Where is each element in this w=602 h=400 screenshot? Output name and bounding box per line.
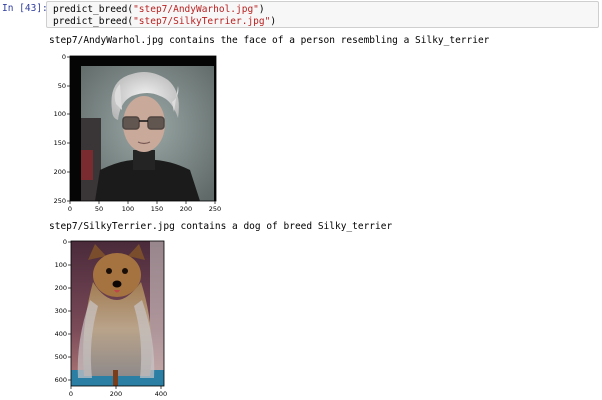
portrait-x-ticks: 0 50 100 150 200 250 bbox=[68, 201, 221, 213]
y-tick-label: 0 bbox=[62, 53, 66, 61]
output-text-2: step7/SilkyTerrier.jpg contains a dog of… bbox=[49, 221, 393, 232]
dog-x-ticks: 0 200 400 bbox=[69, 386, 167, 398]
y-tick-label: 100 bbox=[54, 110, 66, 118]
x-tick-label: 0 bbox=[69, 390, 73, 398]
x-tick-label: 100 bbox=[122, 205, 134, 213]
x-tick-label: 200 bbox=[110, 390, 122, 398]
dog-image bbox=[71, 241, 164, 386]
output-images: 0 50 100 150 200 250 0 50 100 150 200 25… bbox=[54, 53, 222, 398]
x-tick-label: 150 bbox=[151, 205, 163, 213]
portrait-plot: 0 50 100 150 200 250 0 50 100 150 200 25… bbox=[54, 53, 222, 213]
y-tick-label: 300 bbox=[55, 307, 67, 315]
y-tick-label: 200 bbox=[55, 284, 67, 292]
dog-plot: 0 200 400 0 100 200 300 400 500 600 bbox=[55, 238, 168, 398]
y-tick-label: 0 bbox=[63, 238, 67, 246]
y-tick-label: 100 bbox=[55, 261, 67, 269]
x-tick-label: 0 bbox=[68, 205, 72, 213]
x-tick-label: 200 bbox=[180, 205, 192, 213]
portrait-y-ticks: 0 50 100 150 200 250 bbox=[54, 53, 70, 205]
x-tick-label: 50 bbox=[95, 205, 103, 213]
y-tick-label: 50 bbox=[58, 82, 66, 90]
y-tick-label: 200 bbox=[54, 168, 66, 176]
y-tick-label: 400 bbox=[55, 330, 67, 338]
dog-y-ticks: 0 100 200 300 400 500 600 bbox=[55, 238, 71, 384]
y-tick-label: 250 bbox=[54, 197, 66, 205]
y-tick-label: 150 bbox=[54, 139, 66, 147]
x-tick-label: 400 bbox=[155, 390, 167, 398]
y-tick-label: 500 bbox=[55, 353, 67, 361]
x-tick-label: 250 bbox=[209, 205, 221, 213]
y-tick-label: 600 bbox=[55, 376, 67, 384]
portrait-image bbox=[70, 56, 216, 201]
